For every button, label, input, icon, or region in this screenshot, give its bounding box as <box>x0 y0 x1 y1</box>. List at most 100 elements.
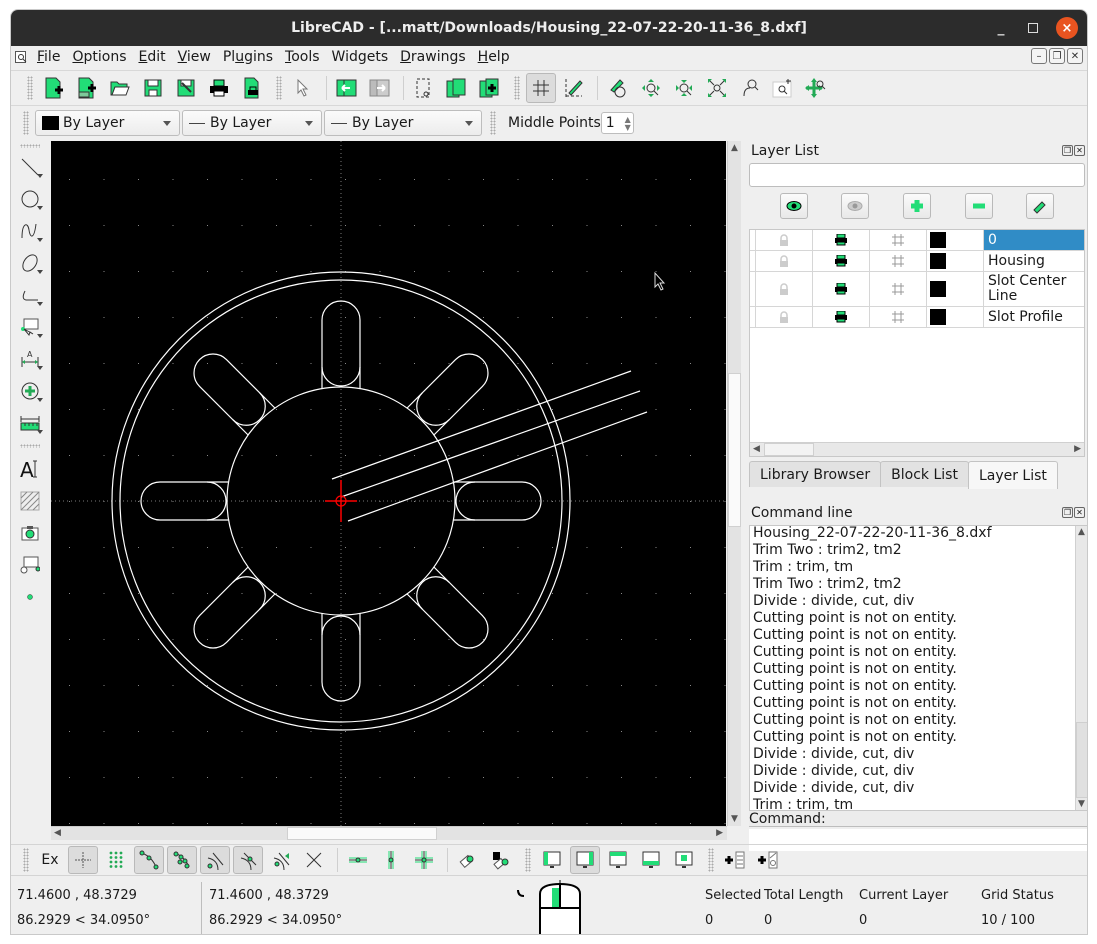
layer-color[interactable] <box>927 272 984 306</box>
print-preview-button[interactable] <box>237 73 267 103</box>
dock-float-button[interactable]: ❐ <box>1062 507 1073 518</box>
slot-profile[interactable] <box>186 346 276 436</box>
tab-layer-list[interactable]: Layer List <box>967 461 1058 489</box>
open-file-button[interactable] <box>105 73 135 103</box>
polyline-tool-button[interactable] <box>11 279 49 311</box>
layer-name[interactable]: Slot Center Line <box>984 272 1084 306</box>
layer-color[interactable] <box>927 307 984 327</box>
layer-lock-toggle[interactable] <box>756 307 813 327</box>
spin-arrows-icon[interactable]: ▲ ▼ <box>625 116 631 132</box>
toolbar-grip[interactable] <box>11 439 49 453</box>
scroll-right-icon[interactable]: ▶ <box>716 828 723 838</box>
toolbar-grip[interactable] <box>525 848 531 872</box>
save-button[interactable] <box>138 73 168 103</box>
zoom-previous-button[interactable] <box>735 73 765 103</box>
canvas-vertical-scrollbar[interactable]: ▲ ▼ <box>727 141 741 826</box>
exclusive-snap-button[interactable]: Ex <box>35 846 65 874</box>
layer-row[interactable]: 0 <box>750 230 1084 251</box>
image-tool-button[interactable] <box>11 517 49 549</box>
modify-tool-button[interactable] <box>11 375 49 407</box>
middle-points-spinbox[interactable]: 1 ▲ ▼ <box>600 112 634 134</box>
snap-endpoint-button[interactable] <box>134 846 164 874</box>
viewport-top-button[interactable] <box>603 846 633 874</box>
print-button[interactable] <box>204 73 234 103</box>
mdi-restore-button[interactable]: ❐ <box>1049 48 1065 64</box>
hatch-tool-button[interactable] <box>11 485 49 517</box>
scroll-thumb[interactable] <box>1076 722 1087 798</box>
canvas-horizontal-scrollbar[interactable]: ◀ ▶ <box>51 826 727 840</box>
toolbar-grip[interactable] <box>23 111 29 135</box>
zoom-in-button[interactable] <box>636 73 666 103</box>
scroll-thumb[interactable] <box>287 827 437 840</box>
layer-filter-input[interactable] <box>749 163 1085 187</box>
slot-guide-line[interactable] <box>340 390 641 498</box>
snap-center-button[interactable] <box>200 846 230 874</box>
layer-row[interactable]: Housing <box>750 251 1084 272</box>
remove-layer-button[interactable] <box>964 193 993 219</box>
viewport-bottom-button[interactable] <box>636 846 666 874</box>
lock-relative-zero-button[interactable] <box>486 846 516 874</box>
menu-tools[interactable]: Tools <box>279 49 326 65</box>
new-from-template-button[interactable] <box>72 73 102 103</box>
menu-edit[interactable]: Edit <box>132 49 171 65</box>
menu-options[interactable]: Options <box>66 49 132 65</box>
layer-row[interactable]: Slot Profile <box>750 307 1084 328</box>
restrict-horizontal-button[interactable] <box>343 846 373 874</box>
mdi-minimize-button[interactable]: – <box>1031 48 1047 64</box>
toolbar-grip[interactable] <box>27 76 33 100</box>
snap-distance-button[interactable] <box>266 846 296 874</box>
layer-lock-toggle[interactable] <box>756 251 813 271</box>
snap-free-button[interactable] <box>68 846 98 874</box>
add-line-button[interactable] <box>720 846 750 874</box>
color-select[interactable]: By Layer <box>35 110 180 136</box>
viewport-left-button[interactable] <box>537 846 567 874</box>
paste-button[interactable] <box>475 73 505 103</box>
measure-tool-button[interactable] <box>11 407 49 439</box>
layer-name[interactable]: 0 <box>984 230 1084 250</box>
menu-file[interactable]: File <box>31 49 66 65</box>
command-history[interactable]: Housing_22-07-22-20-11-36_8.dxf Trim Two … <box>749 525 1087 811</box>
spline-tool-button[interactable] <box>11 215 49 247</box>
layer-table-horizontal-scrollbar[interactable]: ◀ ▶ <box>750 442 1084 456</box>
menu-widgets[interactable]: Widgets <box>326 49 395 65</box>
drawing-canvas[interactable] <box>51 141 726 826</box>
draft-mode-button[interactable] <box>559 73 589 103</box>
layer-name[interactable]: Housing <box>984 251 1084 271</box>
toolbar-grip[interactable] <box>514 76 520 100</box>
snap-intersection-button[interactable] <box>299 846 329 874</box>
dock-close-button[interactable]: ✕ <box>1074 145 1085 156</box>
snap-entity-button[interactable] <box>167 846 197 874</box>
text-tool-button[interactable]: A <box>11 453 49 485</box>
toolbar-grip[interactable] <box>276 76 282 100</box>
menu-drawings[interactable]: Drawings <box>394 49 472 65</box>
app-menu-icon[interactable] <box>15 51 31 63</box>
toolbar-grip[interactable] <box>490 111 496 135</box>
minimize-button[interactable]: _ <box>991 10 1011 46</box>
command-history-scrollbar[interactable]: ▲ ▼ <box>1075 526 1087 810</box>
menu-view[interactable]: View <box>172 49 217 65</box>
block-to-back-button[interactable] <box>365 73 395 103</box>
menu-plugins[interactable]: Plugins <box>217 49 279 65</box>
zoom-auto-button[interactable] <box>702 73 732 103</box>
line-tool-button[interactable] <box>11 151 49 183</box>
layer-color[interactable] <box>927 251 984 271</box>
zoom-pan-button[interactable] <box>801 73 831 103</box>
layer-construction-toggle[interactable] <box>870 251 927 271</box>
line-width-select[interactable]: By Layer <box>182 110 322 136</box>
add-text-button[interactable] <box>753 846 783 874</box>
layer-name[interactable]: Slot Profile <box>984 307 1084 327</box>
scroll-down-icon[interactable]: ▼ <box>731 814 738 824</box>
layer-print-toggle[interactable] <box>813 307 870 327</box>
relative-zero-button[interactable] <box>453 846 483 874</box>
scroll-up-icon[interactable]: ▲ <box>731 143 738 153</box>
block-to-front-button[interactable] <box>332 73 362 103</box>
scroll-left-icon[interactable]: ◀ <box>54 828 61 838</box>
dimension-tool-button[interactable]: A <box>11 343 49 375</box>
layer-construction-toggle[interactable] <box>870 272 927 306</box>
circle-tool-button[interactable] <box>11 183 49 215</box>
select-pointer-button[interactable] <box>288 73 318 103</box>
slot-profile[interactable] <box>186 566 276 656</box>
menu-help[interactable]: Help <box>472 49 516 65</box>
tab-library-browser[interactable]: Library Browser <box>749 461 882 487</box>
redraw-button[interactable] <box>603 73 633 103</box>
